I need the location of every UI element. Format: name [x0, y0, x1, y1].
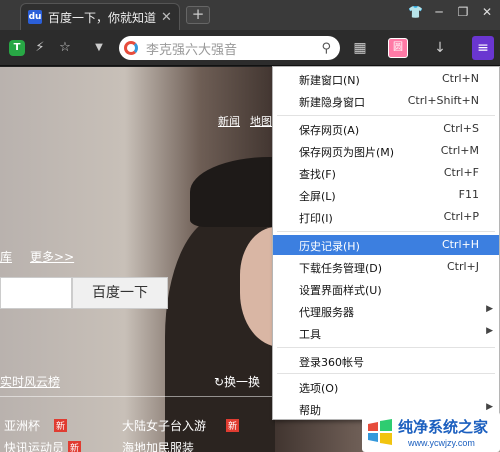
minimize-button[interactable]: ─ [432, 5, 446, 19]
menu-item-shortcut: Ctrl+Shift+N [407, 94, 479, 107]
nav-link-map[interactable]: 地图 [250, 113, 272, 129]
menu-item-history[interactable]: 历史记录(H) Ctrl+H [273, 235, 499, 255]
menu-item-shortcut: Ctrl+S [443, 122, 479, 135]
search-input[interactable]: 李克强六大强音 [146, 39, 321, 58]
baidu-search-input[interactable] [0, 277, 72, 309]
watermark-url: www.ycwjzy.com [408, 438, 475, 448]
extension-icon[interactable]: 圆 [388, 38, 408, 58]
menu-item-proxy[interactable]: 代理服务器 ▶ [273, 301, 499, 321]
menu-item-options[interactable]: 选项(O) [273, 377, 499, 397]
menu-separator [277, 231, 495, 232]
close-window-button[interactable]: ✕ [480, 5, 494, 19]
list-item: 快讯运动员 新 海地加民服装 [0, 439, 272, 452]
submenu-arrow-icon: ▶ [486, 304, 493, 314]
menu-item-find[interactable]: 查找(F) Ctrl+F [273, 163, 499, 183]
menu-item-shortcut: Ctrl+F [443, 166, 479, 179]
favorite-star-icon[interactable]: ☆ [57, 40, 73, 56]
link-more[interactable]: 更多>> [30, 248, 74, 265]
menu-item-shortcut: Ctrl+P [443, 210, 479, 223]
windows-logo-icon [368, 419, 392, 445]
menu-item-label: 打印(I) [299, 212, 333, 225]
search-engine-logo-icon [124, 41, 138, 55]
menu-item-label: 选项(O) [299, 382, 339, 395]
main-menu-dropdown: 新建窗口(N) Ctrl+N 新建隐身窗口 Ctrl+Shift+N 保存网页(… [272, 66, 500, 420]
menu-item-print[interactable]: 打印(I) Ctrl+P [273, 207, 499, 227]
menu-item-downloads[interactable]: 下载任务管理(D) Ctrl+J [273, 257, 499, 277]
menu-item-fullscreen[interactable]: 全屏(L) F11 [273, 185, 499, 205]
menu-item-label: 代理服务器 [299, 306, 354, 319]
menu-item-login-360[interactable]: 登录360帐号 [273, 351, 499, 371]
watermark: 纯净系统之家 www.ycwjzy.com [362, 412, 500, 452]
top-nav: 新闻 地图 [218, 113, 272, 129]
download-icon[interactable]: ↓ [432, 40, 448, 56]
address-dropdown-icon[interactable]: ▼ [91, 40, 107, 56]
new-badge: 新 [226, 419, 240, 432]
hot-list-title[interactable]: 实时风云榜 [0, 373, 60, 390]
restore-button[interactable]: ❐ [456, 5, 470, 19]
menu-item-label: 帮助 [299, 404, 321, 417]
menu-item-label: 保存网页为图片(M) [299, 146, 395, 159]
new-tab-button[interactable]: + [186, 6, 210, 24]
menu-item-label: 新建窗口(N) [299, 74, 360, 87]
toolbar: T ⚡ ☆ ▼ 李克强六大强音 ⚲ ▦ 圆 ↓ ≡ [0, 30, 500, 66]
menu-item-shortcut: Ctrl+H [441, 238, 479, 251]
menu-item-label: 工具 [299, 328, 321, 341]
menu-item-label: 新建隐身窗口 [299, 96, 365, 109]
menu-item-label: 下载任务管理(D) [299, 262, 383, 275]
list-item: 亚洲杯 新 大陆女子台入游 新 [0, 417, 272, 439]
search-icon[interactable]: ⚲ [321, 41, 331, 56]
speed-mode-icon[interactable]: ⚡ [32, 40, 48, 56]
menu-item-label: 历史记录(H) [299, 240, 360, 253]
menu-item-label: 全屏(L) [299, 190, 336, 203]
menu-item-shortcut: Ctrl+J [446, 260, 479, 273]
product-links: 库 更多>> [0, 248, 74, 265]
menu-item-save-as-image[interactable]: 保存网页为图片(M) Ctrl+M [273, 141, 499, 161]
baidu-search-button[interactable]: 百度一下 [72, 277, 168, 309]
search-box[interactable]: 李克强六大强音 ⚲ [119, 36, 340, 60]
baidu-favicon-icon: du [28, 10, 42, 24]
tab-title: 百度一下，你就知道 [48, 10, 156, 25]
watermark-title: 纯净系统之家 [398, 418, 489, 436]
news-link[interactable]: 海地加民服装 [122, 439, 194, 452]
menu-item-shortcut: Ctrl+N [441, 72, 479, 85]
submenu-arrow-icon: ▶ [486, 402, 493, 412]
menu-item-label: 查找(F) [299, 168, 336, 181]
submenu-arrow-icon: ▶ [486, 326, 493, 336]
new-badge: 新 [54, 419, 68, 432]
refresh-link[interactable]: ↻换一换 [214, 373, 260, 390]
menu-item-label: 设置界面样式(U) [299, 284, 382, 297]
security-shield-icon[interactable]: T [9, 40, 25, 56]
news-list: 亚洲杯 新 大陆女子台入游 新 快讯运动员 新 海地加民服装 [0, 417, 272, 452]
tab-baidu[interactable]: du 百度一下，你就知道 ✕ [20, 3, 180, 30]
news-link[interactable]: 亚洲杯 [4, 417, 40, 434]
menu-separator [277, 347, 495, 348]
skin-icon[interactable]: 👕 [408, 5, 423, 19]
menu-item-label: 保存网页(A) [299, 124, 360, 137]
menu-item-shortcut: F11 [458, 188, 479, 201]
news-link[interactable]: 大陆女子台入游 [122, 417, 206, 434]
tab-bar: du 百度一下，你就知道 ✕ + 👕 ─ ❐ ✕ [0, 0, 500, 30]
close-tab-icon[interactable]: ✕ [161, 10, 172, 25]
menu-item-shortcut: Ctrl+M [440, 144, 479, 157]
menu-item-label: 登录360帐号 [299, 356, 364, 369]
menu-item-tools[interactable]: 工具 ▶ [273, 323, 499, 343]
menu-separator [277, 115, 495, 116]
menu-item-new-window[interactable]: 新建窗口(N) Ctrl+N [273, 69, 499, 89]
apps-grid-icon[interactable]: ▦ [352, 40, 368, 56]
link-library[interactable]: 库 [0, 248, 12, 265]
window-controls: 👕 ─ ❐ ✕ [408, 5, 494, 19]
menu-item-interface-style[interactable]: 设置界面样式(U) [273, 279, 499, 299]
news-link[interactable]: 快讯运动员 [4, 439, 64, 452]
nav-link-news[interactable]: 新闻 [218, 113, 240, 129]
menu-item-new-incognito[interactable]: 新建隐身窗口 Ctrl+Shift+N [273, 91, 499, 111]
menu-separator [277, 373, 495, 374]
new-badge: 新 [68, 441, 82, 452]
main-menu-button[interactable]: ≡ [472, 36, 494, 60]
menu-item-save-page[interactable]: 保存网页(A) Ctrl+S [273, 119, 499, 139]
